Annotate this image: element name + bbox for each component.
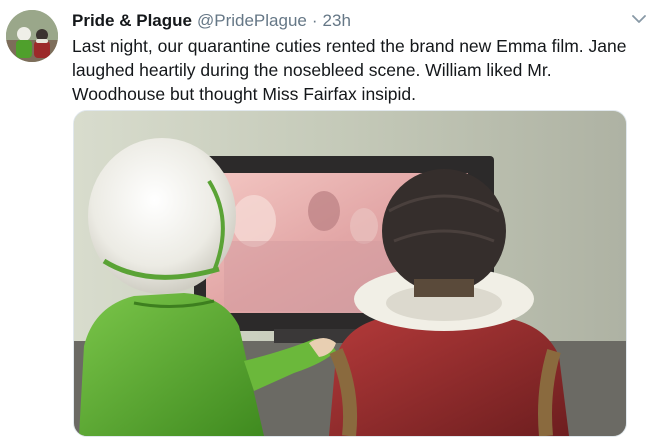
tweet-text-line: Last night, our quarantine cuties rented… — [72, 36, 627, 56]
tweet-text-line: laughed heartily during the nosebleed sc… — [72, 60, 552, 80]
tweet-card[interactable]: Pride & Plague @PridePlague · 23h Last n… — [0, 0, 660, 444]
display-name[interactable]: Pride & Plague — [72, 9, 192, 33]
tweet-menu-button[interactable] — [628, 8, 650, 30]
avatar-figurines-icon — [6, 10, 58, 62]
chevron-down-icon — [632, 15, 646, 23]
timestamp[interactable]: 23h — [323, 9, 351, 33]
tweet-text-line: Woodhouse but thought Miss Fairfax insip… — [72, 84, 417, 104]
user-handle[interactable]: @PridePlague — [197, 9, 307, 33]
tweet-photo[interactable] — [73, 110, 627, 437]
tweet-header: Pride & Plague @PridePlague · 23h — [72, 9, 351, 33]
avatar[interactable] — [6, 10, 58, 62]
separator-dot: · — [311, 11, 318, 30]
tweet-text: Last night, our quarantine cuties rented… — [72, 34, 632, 106]
photo-figurines-watching-tv — [74, 111, 626, 436]
